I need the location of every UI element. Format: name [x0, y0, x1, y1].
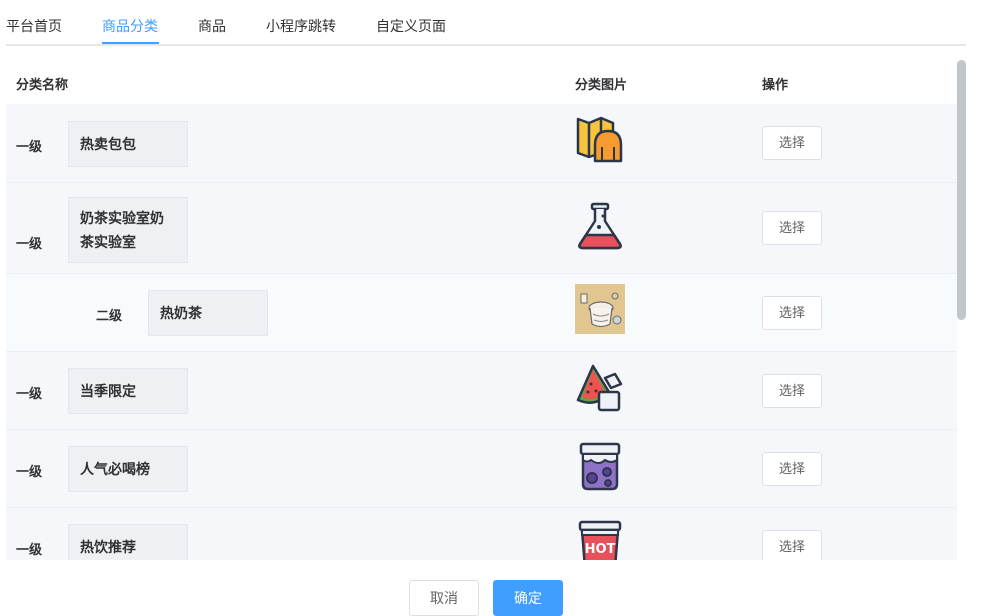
category-name-field[interactable]: 当季限定 [68, 368, 188, 414]
category-tabs: 平台首页 商品分类 商品 小程序跳转 自定义页面 [6, 0, 966, 46]
tab-platform-home[interactable]: 平台首页 [6, 16, 62, 36]
flask-icon [578, 202, 622, 250]
table-row: 一级 热饮推荐 HOT 选择 [6, 508, 957, 560]
tab-custom-page[interactable]: 自定义页面 [376, 16, 446, 36]
active-tab-indicator [102, 42, 159, 44]
table-row: 一级 当季限定 选择 [6, 352, 957, 430]
level-label: 二级 [96, 308, 123, 323]
level-label: 一级 [16, 236, 43, 251]
table-row: 二级 热奶茶 选择 [6, 274, 957, 352]
category-name-field[interactable]: 热饮推荐 [68, 524, 188, 560]
confirm-button[interactable]: 确定 [493, 580, 563, 616]
tab-miniprogram-jump[interactable]: 小程序跳转 [266, 16, 336, 36]
select-button[interactable]: 选择 [762, 211, 822, 245]
category-name-field[interactable]: 热奶茶 [148, 290, 268, 336]
header-action: 操作 [762, 77, 789, 92]
table-row: 一级 奶茶实验室奶茶实验室 选择 [6, 183, 957, 274]
watermelon-icon [576, 364, 623, 412]
category-table: 分类名称 分类图片 操作 一级 热卖包包 选择 一级 奶茶实验室奶茶实验室 选择… [6, 60, 957, 560]
tab-product-category[interactable]: 商品分类 [102, 16, 158, 36]
hot-cup-icon: HOT [578, 520, 622, 560]
category-name-field[interactable]: 热卖包包 [68, 121, 188, 167]
vertical-scrollbar[interactable] [957, 60, 966, 320]
header-category-image: 分类图片 [575, 77, 628, 92]
select-button[interactable]: 选择 [762, 296, 822, 330]
milk-tea-photo [575, 284, 625, 334]
tab-product[interactable]: 商品 [198, 16, 226, 36]
table-row: 一级 人气必喝榜 选择 [6, 430, 957, 508]
select-button[interactable]: 选择 [762, 452, 822, 486]
category-name-field[interactable]: 奶茶实验室奶茶实验室 [68, 197, 188, 263]
cancel-button[interactable]: 取消 [409, 580, 479, 616]
table-row: 一级 热卖包包 选择 [6, 104, 957, 183]
table-header: 分类名称 分类图片 操作 [6, 60, 957, 105]
level-label: 一级 [16, 139, 43, 154]
level-label: 一级 [16, 542, 43, 557]
level-label: 一级 [16, 464, 43, 479]
map-bread-icon [576, 116, 623, 163]
select-button[interactable]: 选择 [762, 126, 822, 160]
bubble-tea-jar-icon [579, 442, 621, 491]
svg-text:HOT: HOT [585, 542, 616, 557]
header-category-name: 分类名称 [16, 77, 69, 92]
select-button[interactable]: 选择 [762, 530, 822, 560]
level-label: 一级 [16, 386, 43, 401]
select-button[interactable]: 选择 [762, 374, 822, 408]
category-name-field[interactable]: 人气必喝榜 [68, 446, 188, 492]
